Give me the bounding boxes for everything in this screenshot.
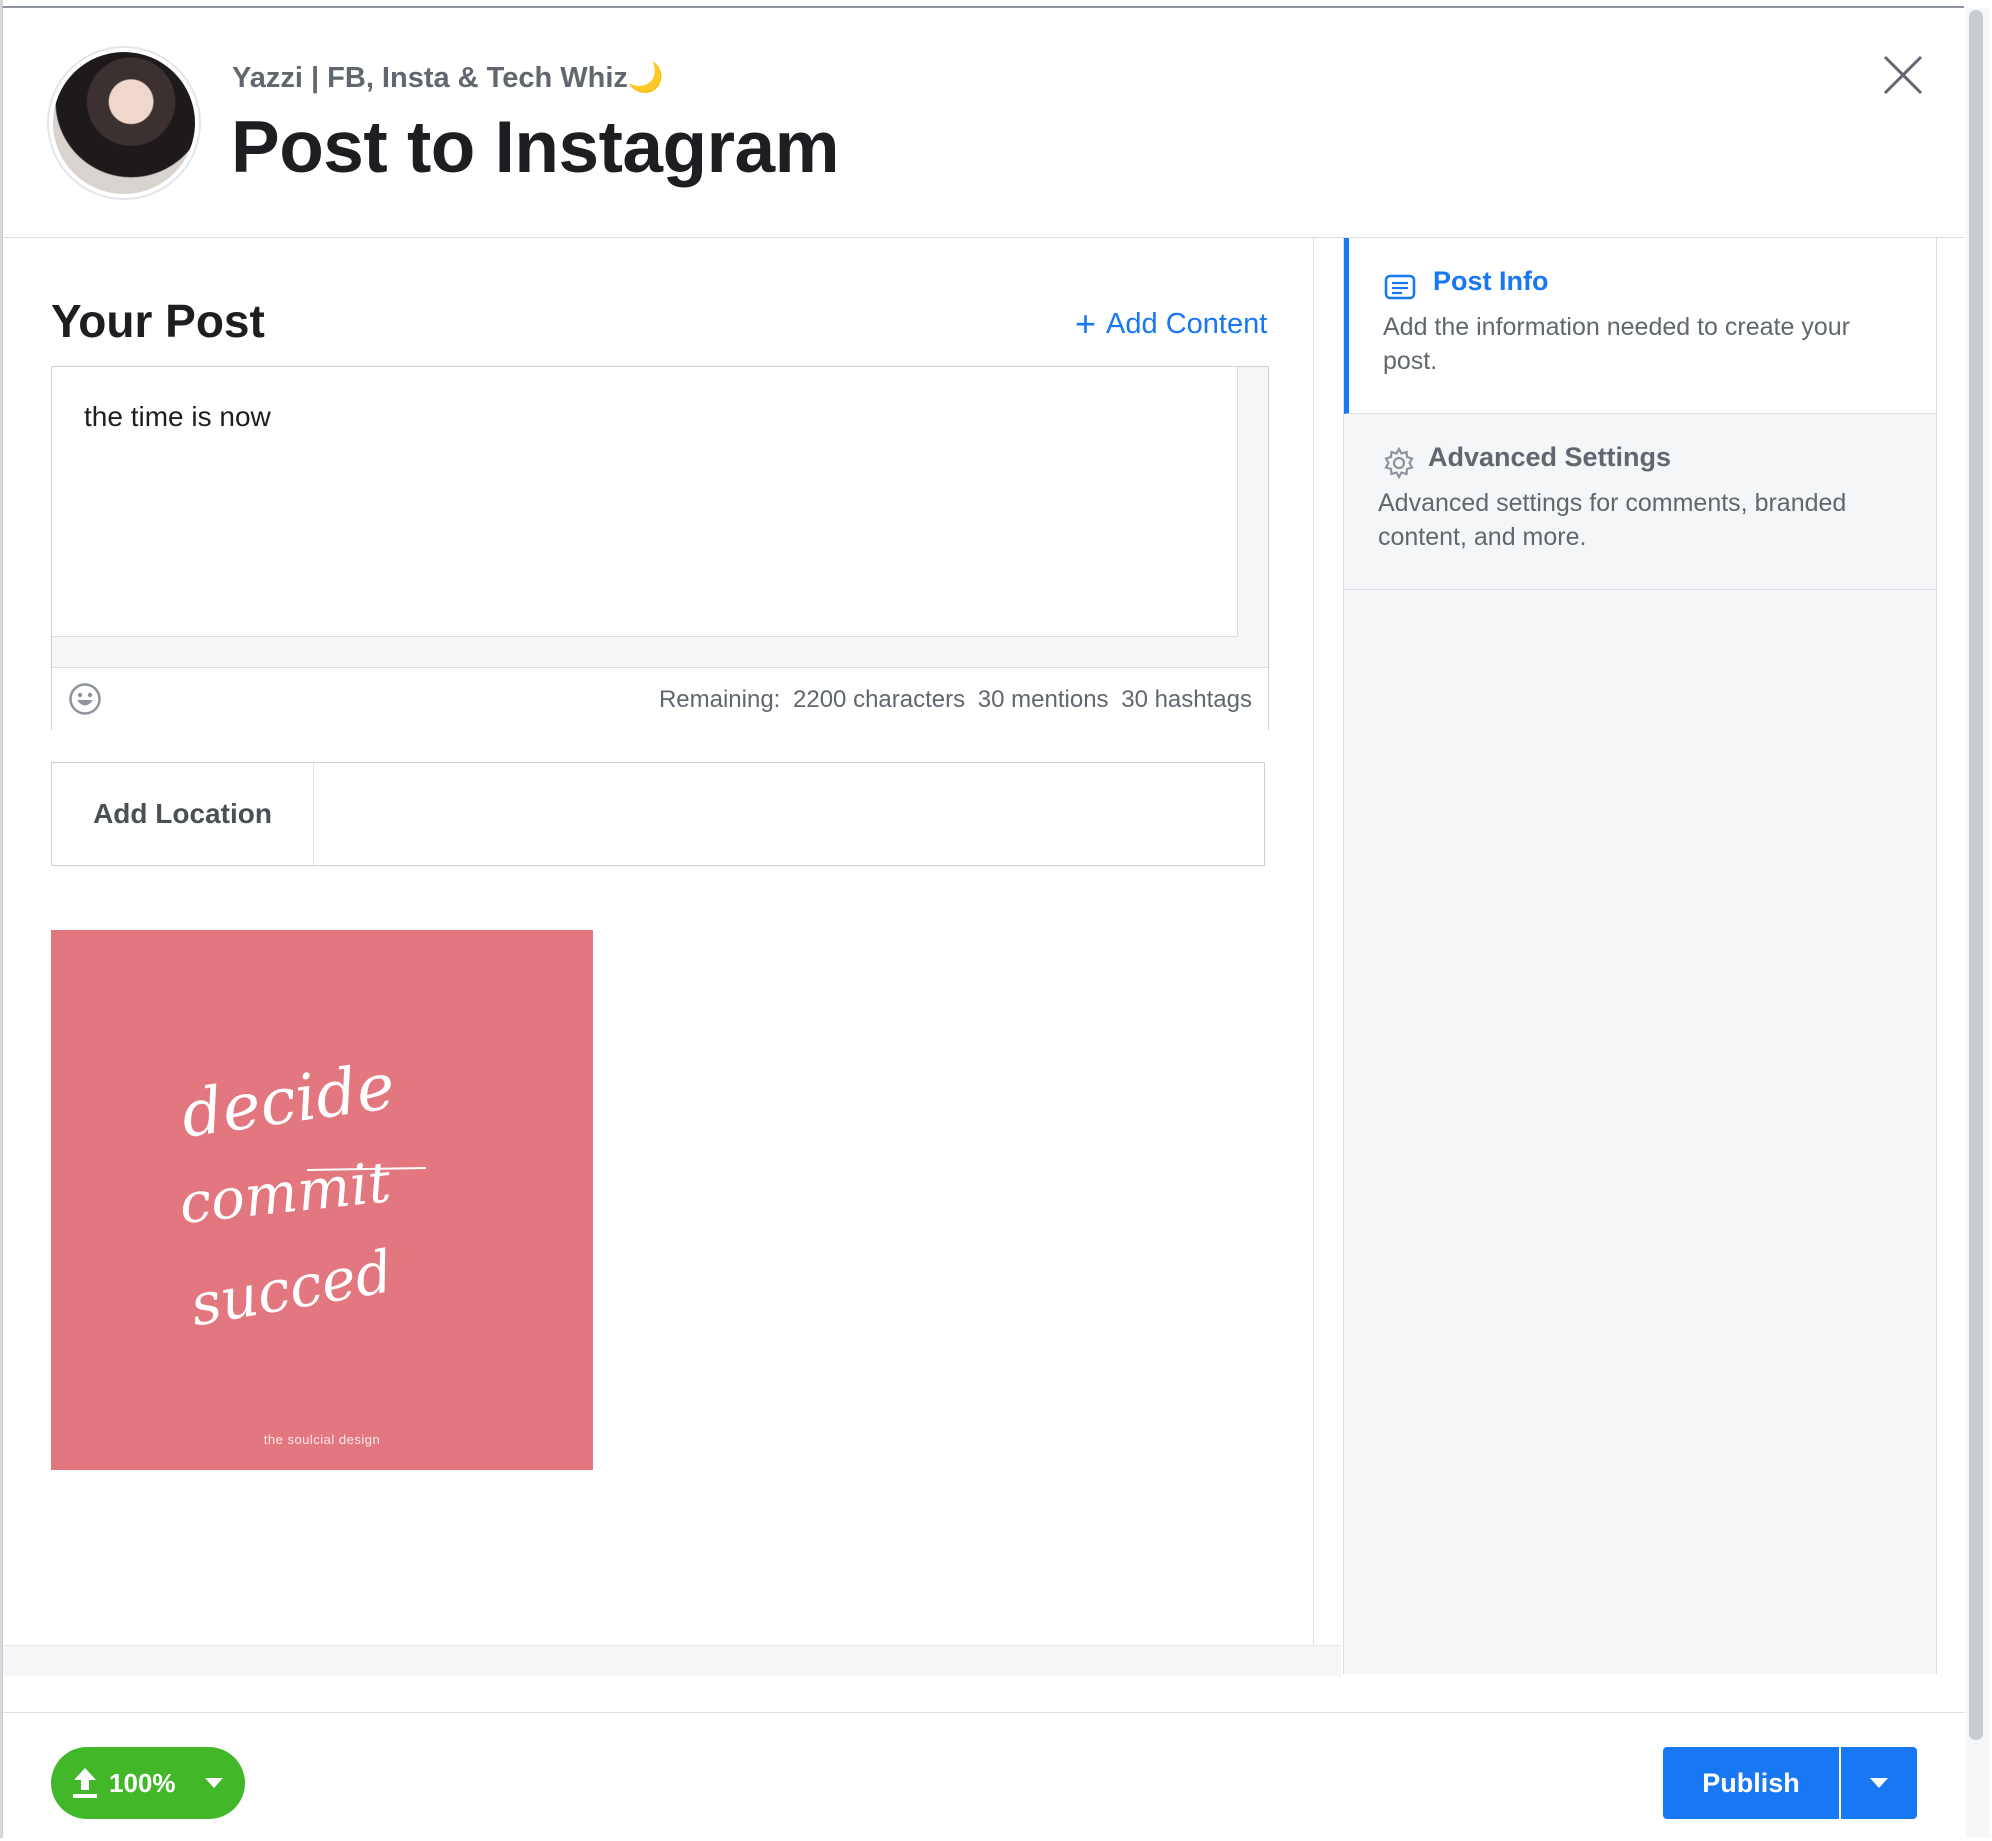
- publish-button[interactable]: Publish: [1663, 1747, 1839, 1819]
- caption-input[interactable]: the time is now: [52, 367, 1238, 637]
- upload-icon: [73, 1768, 97, 1798]
- close-icon: [1883, 55, 1923, 95]
- dialog-title: Post to Instagram: [231, 107, 840, 188]
- remaining-characters: 2200 characters: [793, 686, 966, 713]
- remaining-label: Remaining:: [658, 686, 781, 713]
- media-line-3: succed: [185, 1237, 397, 1339]
- page-name: Yazzi | FB, Insta & Tech Whiz🌙: [232, 62, 665, 94]
- section-title-your-post: Your Post: [51, 295, 265, 347]
- dialog-header: Yazzi | FB, Insta & Tech Whiz🌙 Post to I…: [3, 8, 1965, 238]
- remaining-hashtags: 30 hashtags: [1121, 686, 1252, 713]
- caption-composer: the time is now Remaining: 2200 characte…: [51, 366, 1269, 730]
- upload-percent: 100%: [109, 1767, 176, 1798]
- step-title: Post Info: [1433, 266, 1549, 296]
- publish-options-button[interactable]: [1841, 1747, 1917, 1819]
- location-row: Add Location: [51, 762, 1265, 866]
- media-artwork: decide commit succed: [176, 1050, 427, 1339]
- add-content-label: Add Content: [1106, 307, 1268, 340]
- upload-progress-button[interactable]: 100%: [51, 1747, 245, 1819]
- media-line-1: decide: [177, 1050, 399, 1153]
- avatar: [53, 52, 195, 194]
- sidebar-step-advanced-settings[interactable]: Advanced Settings Advanced settings for …: [1344, 414, 1936, 590]
- add-location-label: Add Location: [52, 763, 314, 865]
- list-icon: [1384, 274, 1416, 300]
- step-description: Advanced settings for comments, branded …: [1378, 489, 1847, 551]
- content-divider: [3, 1645, 1341, 1676]
- post-editor: Your Post + Add Content the time is now …: [3, 238, 1314, 1644]
- plus-icon: +: [1075, 303, 1097, 344]
- composer-footer: Remaining: 2200 characters 30 mentions 3…: [52, 667, 1268, 730]
- dialog-footer: 100% Publish: [3, 1712, 1965, 1841]
- media-thumbnail[interactable]: decide commit succed the soulcial design: [51, 930, 593, 1470]
- post-to-instagram-dialog: Yazzi | FB, Insta & Tech Whiz🌙 Post to I…: [2, 6, 1965, 1841]
- remaining-mentions: 30 mentions: [977, 686, 1109, 713]
- chevron-down-icon: [204, 1778, 223, 1788]
- step-title: Advanced Settings: [1428, 442, 1672, 472]
- step-description: Add the information needed to create you…: [1383, 313, 1850, 375]
- media-line-2: commit: [176, 1150, 394, 1237]
- add-content-button[interactable]: + Add Content: [1075, 306, 1267, 342]
- steps-sidebar: Post Info Add the information needed to …: [1343, 238, 1937, 1674]
- sidebar-step-post-info[interactable]: Post Info Add the information needed to …: [1344, 238, 1936, 414]
- emoji-icon: [69, 683, 101, 715]
- scrollbar-thumb[interactable]: [1969, 10, 1983, 1740]
- gear-icon: [1384, 446, 1414, 480]
- close-button[interactable]: [1880, 52, 1926, 98]
- location-input[interactable]: [314, 763, 1264, 865]
- remaining-counter: Remaining: 2200 characters 30 mentions 3…: [653, 686, 1252, 714]
- emoji-button[interactable]: [68, 682, 102, 716]
- chevron-down-icon: [1870, 1778, 1888, 1788]
- media-caption: the soulcial design: [263, 1432, 381, 1447]
